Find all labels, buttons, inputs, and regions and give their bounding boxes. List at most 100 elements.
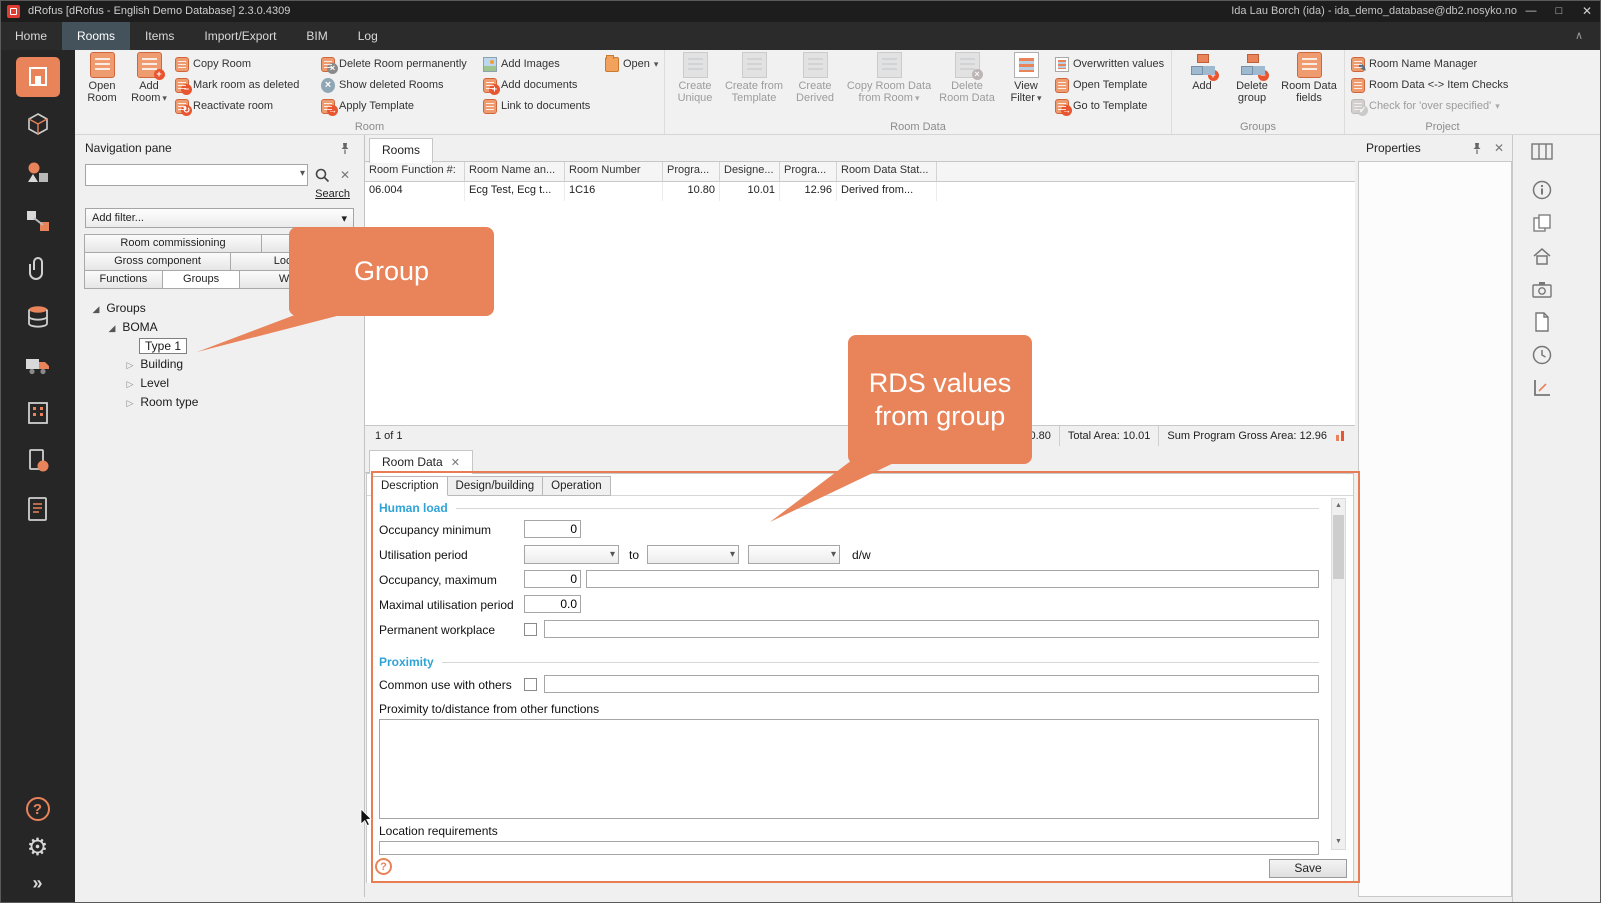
- room-data-scrollbar[interactable]: ▲ ▼: [1331, 498, 1346, 850]
- search-icon[interactable]: [313, 166, 331, 184]
- room-data-fields-button[interactable]: Room Data fields: [1280, 52, 1338, 118]
- help-icon[interactable]: ?: [375, 858, 392, 875]
- area-chart-icon[interactable]: [1335, 430, 1349, 442]
- nav-tab-groups[interactable]: Groups: [162, 270, 241, 289]
- delete-room-permanently-button[interactable]: Delete Room permanently: [321, 54, 479, 74]
- tab-home[interactable]: Home: [0, 22, 62, 50]
- add-filter-button[interactable]: Add filter... ▾: [85, 208, 354, 228]
- sidebar-building-module[interactable]: [16, 393, 60, 433]
- subtab-operation[interactable]: Operation: [542, 476, 611, 496]
- save-button[interactable]: Save: [1269, 859, 1347, 878]
- scroll-down-icon[interactable]: ▼: [1332, 835, 1345, 849]
- create-unique-button[interactable]: Create Unique: [670, 52, 720, 118]
- tree-collapsed-icon[interactable]: ▷: [123, 375, 137, 393]
- sidebar-rooms-module[interactable]: [16, 57, 60, 97]
- link-to-documents-button[interactable]: Link to documents: [483, 96, 601, 116]
- room-data-item-checks-button[interactable]: Room Data <-> Item Checks: [1351, 75, 1536, 95]
- info-icon[interactable]: [1529, 177, 1555, 203]
- clear-search-icon[interactable]: ✕: [336, 166, 354, 184]
- apply-template-button[interactable]: Apply Template: [321, 96, 479, 116]
- col-programmed-area[interactable]: Progra...: [663, 162, 720, 181]
- common-use-input[interactable]: [544, 675, 1319, 693]
- maximize-button[interactable]: □: [1545, 0, 1573, 22]
- search-input[interactable]: ▾: [85, 164, 308, 186]
- sidebar-database-module[interactable]: [16, 297, 60, 337]
- documents-icon[interactable]: [1529, 210, 1555, 236]
- minimize-button[interactable]: —: [1517, 0, 1545, 22]
- proximity-textarea[interactable]: [379, 719, 1319, 819]
- common-use-checkbox[interactable]: [524, 678, 537, 691]
- nav-tab-gross-component[interactable]: Gross component: [84, 252, 231, 271]
- home-icon[interactable]: [1529, 243, 1555, 269]
- pin-icon[interactable]: [336, 139, 354, 157]
- col-designed-area[interactable]: Designe...: [720, 162, 780, 181]
- sidebar-logistics-module[interactable]: [16, 345, 60, 385]
- sidebar-reports-module[interactable]: [16, 441, 60, 481]
- tree-node-level[interactable]: ▷ Level: [89, 374, 364, 393]
- occupancy-minimum-input[interactable]: [524, 520, 581, 538]
- scroll-up-icon[interactable]: ▲: [1332, 499, 1345, 513]
- col-room-name[interactable]: Room Name an...: [465, 162, 565, 181]
- tab-bim[interactable]: BIM: [291, 22, 342, 50]
- close-button[interactable]: ✕: [1573, 0, 1601, 22]
- expand-sidebar-icon[interactable]: »: [0, 873, 75, 893]
- occupancy-maximum-text-input[interactable]: [586, 570, 1319, 588]
- rooms-tab[interactable]: Rooms: [369, 138, 433, 163]
- tab-import-export[interactable]: Import/Export: [189, 22, 291, 50]
- open-dropdown-button[interactable]: Open ▾: [605, 54, 661, 74]
- create-derived-button[interactable]: Create Derived: [788, 52, 842, 118]
- add-group-button[interactable]: Add: [1180, 52, 1224, 118]
- tree-expanded-icon[interactable]: ◢: [89, 300, 103, 318]
- history-icon[interactable]: [1529, 342, 1555, 368]
- sidebar-documents-module[interactable]: [16, 489, 60, 529]
- create-from-template-button[interactable]: Create from Template: [722, 52, 786, 118]
- location-requirements-textarea[interactable]: [379, 841, 1319, 855]
- utilisation-to-select[interactable]: ▾: [647, 545, 739, 564]
- col-program-gross[interactable]: Progra...: [780, 162, 837, 181]
- add-room-button[interactable]: Add Room▾: [125, 52, 173, 118]
- help-icon[interactable]: ?: [26, 797, 50, 821]
- sidebar-items-module[interactable]: [16, 105, 60, 145]
- table-row[interactable]: 06.004 Ecg Test, Ecg t... 1C16 10.80 10.…: [365, 182, 1355, 201]
- sidebar-link-module[interactable]: [16, 201, 60, 241]
- nav-tab-room-commissioning[interactable]: Room commissioning: [84, 234, 262, 253]
- nav-tab-functions[interactable]: Functions: [84, 270, 163, 289]
- files-icon[interactable]: [1529, 309, 1555, 335]
- search-link[interactable]: Search: [89, 188, 350, 200]
- utilisation-from-select[interactable]: ▾: [524, 545, 619, 564]
- tree-collapsed-icon[interactable]: ▷: [123, 394, 137, 412]
- sidebar-attachments-module[interactable]: [16, 249, 60, 289]
- utilisation-days-select[interactable]: ▾: [748, 545, 840, 564]
- camera-icon[interactable]: [1529, 276, 1555, 302]
- collapse-ribbon-icon[interactable]: ∧: [1575, 22, 1583, 50]
- measure-icon[interactable]: [1529, 375, 1555, 401]
- layout-icon[interactable]: [1529, 139, 1555, 165]
- tab-log[interactable]: Log: [343, 22, 393, 50]
- add-images-button[interactable]: Add Images: [483, 54, 601, 74]
- add-documents-button[interactable]: Add documents: [483, 75, 601, 95]
- col-room-function[interactable]: Room Function #:: [365, 162, 465, 181]
- mark-room-deleted-button[interactable]: Mark room as deleted: [175, 75, 317, 95]
- check-over-specified-button[interactable]: Check for 'over specified' ▾: [1351, 96, 1536, 116]
- settings-gear-icon[interactable]: ⚙: [0, 835, 75, 861]
- tree-expanded-icon[interactable]: ◢: [105, 319, 119, 337]
- delete-room-data-button[interactable]: Delete Room Data: [936, 52, 998, 118]
- copy-room-button[interactable]: Copy Room: [175, 54, 317, 74]
- col-room-number[interactable]: Room Number: [565, 162, 663, 181]
- show-deleted-rooms-button[interactable]: Show deleted Rooms: [321, 75, 479, 95]
- room-data-tab[interactable]: Room Data✕: [369, 450, 473, 474]
- tab-items[interactable]: Items: [130, 22, 189, 50]
- delete-group-button[interactable]: Delete group: [1228, 52, 1276, 118]
- copy-room-data-from-room-button[interactable]: Copy Room Data from Room▾: [844, 52, 934, 118]
- reactivate-room-button[interactable]: Reactivate room: [175, 96, 317, 116]
- room-name-manager-button[interactable]: Room Name Manager: [1351, 54, 1536, 74]
- maximal-utilisation-input[interactable]: [524, 595, 581, 613]
- tree-collapsed-icon[interactable]: ▷: [123, 356, 137, 374]
- permanent-workplace-input[interactable]: [544, 620, 1319, 638]
- col-room-data-status[interactable]: Room Data Stat...: [837, 162, 937, 181]
- scrollbar-thumb[interactable]: [1333, 515, 1344, 579]
- close-tab-icon[interactable]: ✕: [451, 457, 460, 469]
- open-template-button[interactable]: Open Template: [1055, 75, 1169, 95]
- close-panel-icon[interactable]: ✕: [1494, 141, 1504, 155]
- view-filter-button[interactable]: View Filter▾: [1002, 52, 1050, 118]
